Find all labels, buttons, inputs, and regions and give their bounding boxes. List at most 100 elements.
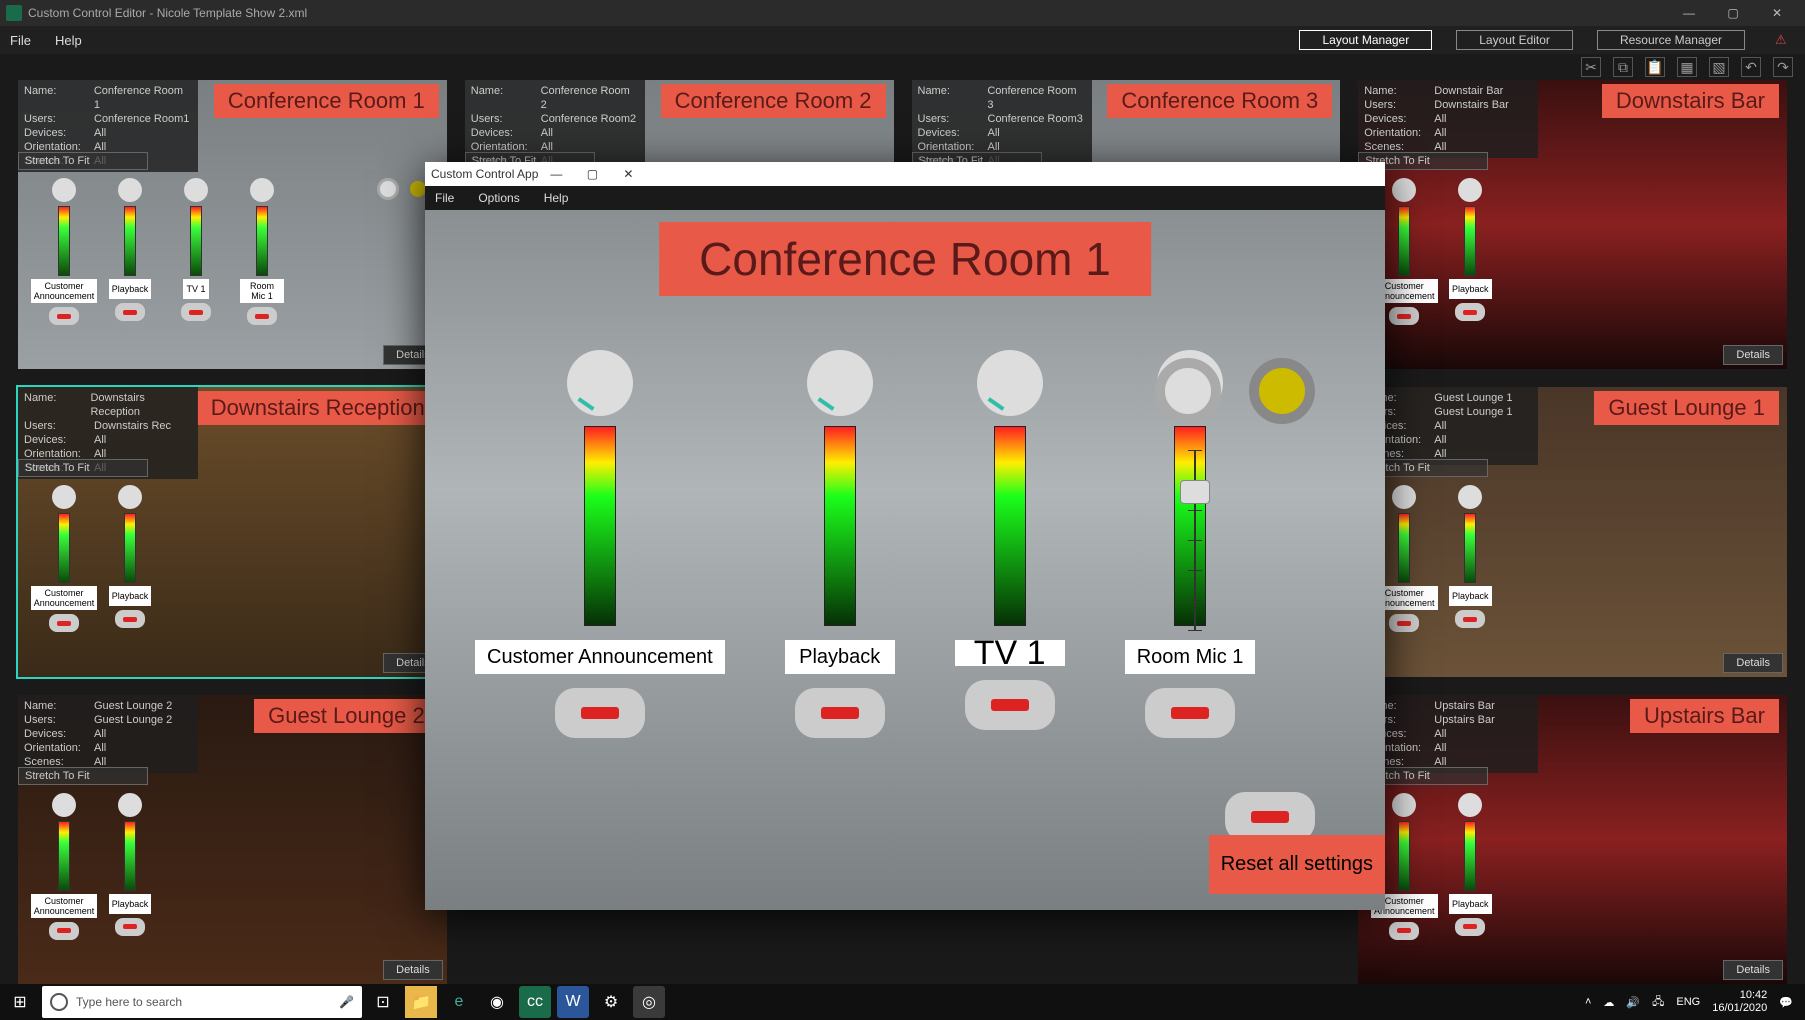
stretch-dropdown[interactable]: Stretch To Fit (18, 152, 148, 170)
mute-button[interactable] (115, 303, 145, 321)
cut-icon[interactable]: ✂ (1581, 57, 1601, 77)
mute-button[interactable] (1389, 922, 1419, 940)
knob[interactable] (1392, 793, 1416, 817)
layout-tile[interactable]: Guest Lounge 1Name:Guest Lounge 1Users:G… (1358, 387, 1787, 676)
task-view-icon[interactable]: ⊡ (367, 986, 399, 1018)
undo-icon[interactable]: ↶ (1741, 57, 1761, 77)
details-button[interactable]: Details (1723, 960, 1783, 980)
app-taskbar-icon[interactable]: cc (519, 986, 551, 1018)
knob[interactable] (118, 178, 142, 202)
mute-button[interactable] (1455, 918, 1485, 936)
paste-icon[interactable]: 📋 (1645, 57, 1665, 77)
channel-label: Playback (109, 586, 152, 606)
search-box[interactable]: Type here to search 🎤 (42, 986, 362, 1018)
layout-tile[interactable]: Downstairs BarName:Downstair BarUsers:Do… (1358, 80, 1787, 369)
mute-button[interactable] (115, 918, 145, 936)
preview-close[interactable]: ✕ (610, 162, 646, 186)
ungroup-icon[interactable]: ▧ (1709, 57, 1729, 77)
stretch-dropdown[interactable]: Stretch To Fit (18, 459, 148, 477)
start-button[interactable]: ⊞ (0, 984, 40, 1020)
explorer-icon[interactable]: 📁 (405, 986, 437, 1018)
window-maximize[interactable]: ▢ (1711, 0, 1755, 26)
channel-knob[interactable] (977, 350, 1043, 416)
settings-icon[interactable]: ⚙ (595, 986, 627, 1018)
preview-minimize[interactable]: — (538, 162, 574, 186)
tray-lang[interactable]: ENG (1676, 996, 1700, 1008)
tray-chevron-icon[interactable]: ˄ (1585, 996, 1591, 1008)
layout-tile[interactable]: Downstairs ReceptionName:Downstairs Rece… (18, 387, 447, 676)
taskbar-clock[interactable]: 10:4216/01/2020 (1712, 989, 1767, 1015)
stretch-dropdown[interactable]: Stretch To Fit (18, 767, 148, 785)
tile-banner: Guest Lounge 2 (254, 699, 439, 733)
knob[interactable] (1458, 178, 1482, 202)
level-meter (1398, 206, 1410, 276)
mute-button[interactable] (181, 303, 211, 321)
mute-button[interactable] (247, 307, 277, 325)
channel-knob[interactable] (807, 350, 873, 416)
indicator-off[interactable] (1155, 358, 1221, 424)
mute-button[interactable] (1389, 307, 1419, 325)
layout-tile[interactable]: Conference Room 1Name:Conference Room 1U… (18, 80, 447, 369)
app2-taskbar-icon[interactable]: ◎ (633, 986, 665, 1018)
tab-resource-manager[interactable]: Resource Manager (1597, 30, 1745, 50)
reset-all-button[interactable]: Reset all settings (1209, 835, 1385, 894)
group-icon[interactable]: ▦ (1677, 57, 1697, 77)
level-slider[interactable] (1175, 450, 1215, 630)
channel-mute-button[interactable] (795, 688, 885, 738)
menu-file[interactable]: File (10, 33, 31, 48)
tab-layout-manager[interactable]: Layout Manager (1299, 30, 1432, 50)
knob[interactable] (1392, 485, 1416, 509)
layout-tile[interactable]: Guest Lounge 2Name:Guest Lounge 2Users:G… (18, 695, 447, 984)
preview-menu-file[interactable]: File (435, 191, 454, 205)
details-button[interactable]: Details (1723, 345, 1783, 365)
tab-layout-editor[interactable]: Layout Editor (1456, 30, 1573, 50)
knob[interactable] (1458, 485, 1482, 509)
knob[interactable] (118, 793, 142, 817)
tray-cloud-icon[interactable]: ☁ (1603, 996, 1614, 1009)
channel-mute-button[interactable] (965, 680, 1055, 730)
knob[interactable] (184, 178, 208, 202)
knob[interactable] (52, 485, 76, 509)
knob[interactable] (118, 485, 142, 509)
knob[interactable] (1458, 793, 1482, 817)
app-icon (6, 5, 22, 21)
slider-handle[interactable] (1180, 480, 1210, 504)
mute-button[interactable] (115, 610, 145, 628)
window-close[interactable]: ✕ (1755, 0, 1799, 26)
knob[interactable] (52, 793, 76, 817)
channel-mute-button[interactable] (555, 688, 645, 738)
mic-icon[interactable]: 🎤 (339, 995, 354, 1009)
indicator-off[interactable] (377, 178, 399, 200)
notification-icon[interactable]: 💬 (1779, 996, 1793, 1009)
channel-mute-button[interactable] (1145, 688, 1235, 738)
channel-meter (994, 426, 1026, 626)
mute-button[interactable] (49, 614, 79, 632)
mute-button[interactable] (1455, 610, 1485, 628)
window-minimize[interactable]: — (1667, 0, 1711, 26)
preview-menu-options[interactable]: Options (478, 191, 519, 205)
preview-menu-help[interactable]: Help (544, 191, 569, 205)
mute-button[interactable] (1455, 303, 1485, 321)
word-icon[interactable]: W (557, 986, 589, 1018)
channel-strip: Customer Announcement (475, 350, 725, 738)
mute-button[interactable] (49, 922, 79, 940)
knob[interactable] (1392, 178, 1416, 202)
menu-help[interactable]: Help (55, 33, 82, 48)
tray-network-icon[interactable]: 🖧 (1652, 993, 1664, 1012)
knob[interactable] (52, 178, 76, 202)
preview-maximize[interactable]: ▢ (574, 162, 610, 186)
redo-icon[interactable]: ↷ (1773, 57, 1793, 77)
search-placeholder: Type here to search (76, 995, 182, 1009)
indicator-on[interactable] (1249, 358, 1315, 424)
chrome-icon[interactable]: ◉ (481, 986, 513, 1018)
layout-tile[interactable]: Upstairs BarName:Upstairs BarUsers:Upsta… (1358, 695, 1787, 984)
details-button[interactable]: Details (1723, 653, 1783, 673)
tray-volume-icon[interactable]: 🔊 (1626, 996, 1640, 1009)
mute-button[interactable] (1389, 614, 1419, 632)
copy-icon[interactable]: ⧉ (1613, 57, 1633, 77)
mute-button[interactable] (49, 307, 79, 325)
channel-knob[interactable] (567, 350, 633, 416)
details-button[interactable]: Details (383, 960, 443, 980)
edge-icon[interactable]: e (443, 986, 475, 1018)
knob[interactable] (250, 178, 274, 202)
